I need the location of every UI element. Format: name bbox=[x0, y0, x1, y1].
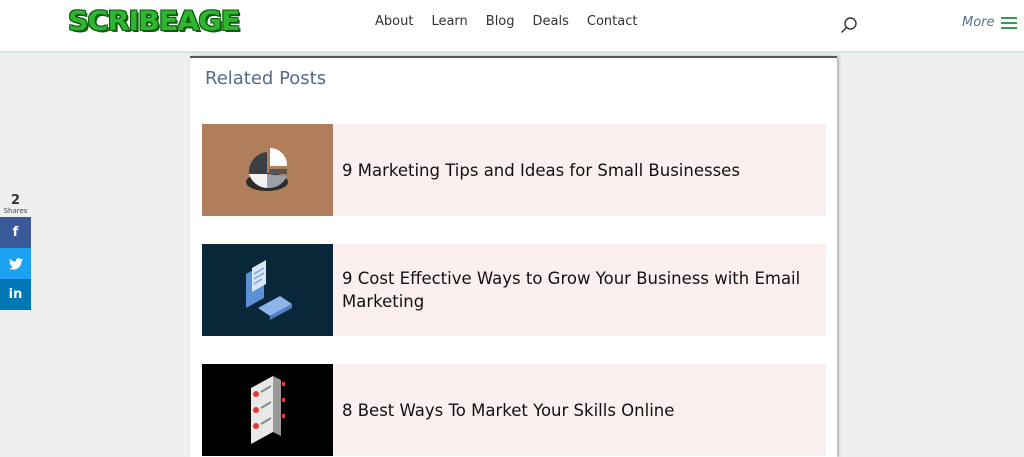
site-logo[interactable]: SCRIBEAGE bbox=[68, 6, 240, 37]
related-post[interactable]: 8 Best Ways To Market Your Skills Online bbox=[202, 364, 826, 456]
related-post[interactable]: 9 Marketing Tips and Ideas for Small Bus… bbox=[202, 124, 826, 216]
more-label: More bbox=[962, 15, 995, 30]
nav-deals[interactable]: Deals bbox=[533, 14, 569, 29]
post-title[interactable]: 9 Cost Effective Ways to Grow Your Busin… bbox=[342, 267, 826, 313]
post-thumbnail[interactable] bbox=[202, 124, 333, 216]
facebook-icon: f bbox=[12, 225, 19, 240]
share-count: 2 bbox=[10, 193, 21, 208]
post-title[interactable]: 9 Marketing Tips and Ideas for Small Bus… bbox=[342, 159, 760, 182]
pie-chart-icon bbox=[245, 147, 288, 191]
share-sidebar: 2 Shares f in bbox=[0, 194, 31, 310]
hamburger-menu-icon bbox=[1000, 16, 1017, 29]
more-menu-button[interactable]: More bbox=[962, 15, 1017, 30]
post-thumbnail[interactable] bbox=[202, 244, 333, 336]
profile-cards-icon bbox=[250, 376, 285, 444]
post-title[interactable]: 8 Best Ways To Market Your Skills Online bbox=[342, 399, 694, 422]
email-envelope-icon bbox=[245, 260, 292, 320]
nav-blog[interactable]: Blog bbox=[486, 14, 515, 29]
search-icon[interactable] bbox=[840, 16, 858, 34]
related-posts-title: Related Posts bbox=[205, 68, 327, 89]
twitter-icon bbox=[8, 257, 23, 269]
nav-contact[interactable]: Contact bbox=[587, 14, 638, 29]
nav-about[interactable]: About bbox=[375, 14, 413, 29]
main-nav: About Learn Blog Deals Contact bbox=[375, 14, 655, 29]
facebook-share-button[interactable]: f bbox=[0, 217, 31, 248]
related-posts-card: Related Posts 9 Marketing Tips and Ideas… bbox=[190, 56, 837, 457]
linkedin-share-button[interactable]: in bbox=[0, 279, 31, 310]
twitter-share-button[interactable] bbox=[0, 248, 31, 279]
site-header: SCRIBEAGE About Learn Blog Deals Contact… bbox=[0, 0, 1024, 53]
nav-learn[interactable]: Learn bbox=[431, 14, 467, 29]
linkedin-icon: in bbox=[8, 287, 23, 302]
post-thumbnail[interactable] bbox=[202, 364, 333, 456]
share-label: Shares bbox=[3, 207, 28, 215]
related-post[interactable]: 9 Cost Effective Ways to Grow Your Busin… bbox=[202, 244, 826, 336]
